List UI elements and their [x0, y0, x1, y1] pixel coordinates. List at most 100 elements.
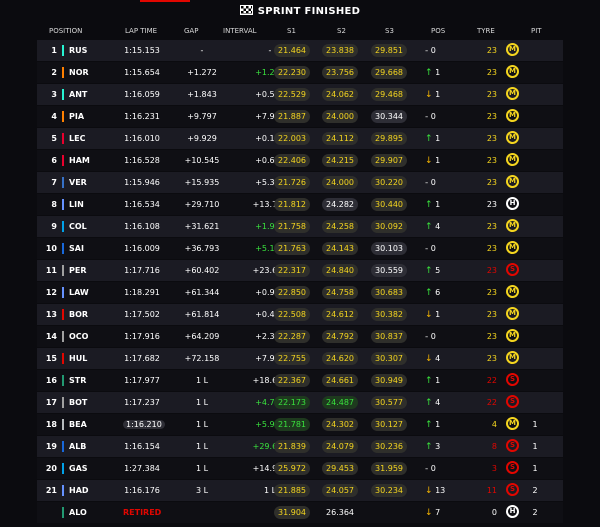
sector-s3: 30.382 [371, 308, 407, 321]
sector-s2: 24.620 [322, 352, 358, 365]
position-change: ↓ 13 [425, 485, 451, 497]
driver-row[interactable]: 14 OCO 1:17.916 +64.209 +2.395 22.287 24.792 30… [37, 326, 563, 347]
lap-time: 1:17.916 [123, 331, 161, 342]
tyre-age: 23 [486, 354, 497, 363]
driver-row[interactable]: 11 PER 1:17.716 +60.402 +23.609 22.317 24.840 3… [37, 260, 563, 281]
team-color-bar [62, 45, 64, 56]
lap-time-value: 1:17.916 [124, 332, 160, 341]
driver-row[interactable]: ALO RETIRED 31.904 26.364 ↓ 7 0H 2 [37, 502, 563, 523]
driver-row[interactable]: 17 BOT 1:17.237 1 L +4.734 22.173 24.487 30.577… [37, 392, 563, 413]
gap-value: +64.209 [184, 332, 220, 341]
sector-s3: 29.668 [371, 66, 407, 79]
tyre-compound-icon: M [506, 43, 519, 56]
arrow-up-icon: ↑ [425, 420, 433, 430]
sector-s2: 24.062 [322, 88, 358, 101]
position-change: ↓ 4 [425, 353, 451, 365]
gap-value: +36.793 [184, 244, 220, 253]
position-change: ↑ 1 [425, 419, 451, 431]
lap-time-value: 1:17.237 [124, 398, 160, 407]
sector-s1: 22.230 [274, 66, 310, 79]
col-s2: S2 [337, 27, 346, 35]
driver-row[interactable]: 8 LIN 1:16.534 +29.710 +13.775 21.812 24.282 30… [37, 194, 563, 215]
lap-time: 1:16.108 [123, 221, 161, 232]
sector-s2: 26.364 [326, 508, 354, 517]
position-change-value: 1 [432, 90, 441, 99]
arrow-down-icon: ↓ [425, 508, 433, 518]
lap-time: 1:16.059 [123, 89, 161, 100]
driver-row[interactable]: 13 BOR 1:17.502 +61.814 +0.470 22.508 24.612 30… [37, 304, 563, 325]
sector-s1: 22.755 [274, 352, 310, 365]
driver-code: ALB [69, 442, 87, 451]
gap-value: +61.814 [184, 310, 220, 319]
sector-s3: 30.949 [371, 374, 407, 387]
driver-code: COL [69, 222, 87, 231]
position-number: 15 [45, 354, 57, 363]
driver-row[interactable]: 12 LAW 1:18.291 +61.344 +0.942 22.850 24.758 30… [37, 282, 563, 303]
gap-value: 1 L [195, 398, 209, 407]
team-color-bar [62, 331, 64, 342]
lap-time: RETIRED [123, 507, 161, 518]
lap-time-value: 1:16.108 [124, 222, 160, 231]
driver-row[interactable]: 5 LEC 1:16.010 +9.929 +0.132 22.003 24.112 29.8… [37, 128, 563, 149]
sector-s3: 30.683 [371, 286, 407, 299]
sector-s3: 29.851 [371, 44, 407, 57]
tyre-age: 23 [486, 244, 497, 253]
sector-s3: 30.220 [371, 176, 407, 189]
driver-row[interactable]: 21 HAD 1:16.176 3 L1 L 21.885 24.057 30.234 ↓ 1… [37, 480, 563, 501]
team-color-bar [62, 221, 64, 232]
tyre-compound-icon: M [506, 109, 519, 122]
position-change-value: 1 [432, 376, 441, 385]
driver-code: STR [69, 376, 87, 385]
position-number: 1 [51, 46, 57, 55]
driver-row[interactable]: 9 COL 1:16.108 +31.621 +1.911 21.758 24.258 30.… [37, 216, 563, 237]
lap-time-value: RETIRED [123, 508, 162, 517]
tyre-age: 23 [486, 68, 497, 77]
tyre-age: 23 [486, 266, 497, 275]
driver-row[interactable]: 10 SAI 1:16.009 +36.793 +5.172 21.763 24.143 30… [37, 238, 563, 259]
lap-time-value: 1:16.154 [124, 442, 160, 451]
driver-row[interactable]: 16 STR 1:17.977 1 L +18.651 22.367 24.661 30.94… [37, 370, 563, 391]
team-color-bar [62, 89, 64, 100]
team-color-bar [62, 397, 64, 408]
driver-code: BEA [69, 420, 87, 429]
sector-s3: 30.236 [371, 440, 407, 453]
sector-s1: 22.367 [274, 374, 310, 387]
driver-code: BOR [69, 310, 89, 319]
col-position: POSITION [49, 27, 83, 35]
position-change-value: 4 [432, 398, 441, 407]
driver-row[interactable]: 6 HAM 1:16.528 +10.545 +0.616 22.406 24.215 29.… [37, 150, 563, 171]
driver-row[interactable]: 7 VER 1:15.946 +15.935 +5.390 21.726 24.000 30.… [37, 172, 563, 193]
driver-row[interactable]: 15 HUL 1:17.682 +72.158 +7.949 22.755 24.620 30… [37, 348, 563, 369]
driver-row[interactable]: 19 ALB 1:16.154 1 L +29.647 21.839 24.079 30.23… [37, 436, 563, 457]
lap-time-value: 1:17.682 [124, 354, 160, 363]
tyre-age: 23 [486, 156, 497, 165]
tyre-compound-icon: S [506, 263, 519, 276]
position-change: ↑ 1 [425, 375, 451, 387]
sector-s2: 24.000 [322, 110, 358, 123]
arrow-down-icon: ↓ [425, 310, 433, 320]
driver-row[interactable]: 4 PIA 1:16.231 +9.797 +7.954 21.887 24.000 30.3… [37, 106, 563, 127]
tyre-age: 22 [486, 398, 497, 407]
gap-value: +29.710 [184, 200, 220, 209]
tyre-compound-icon: M [506, 285, 519, 298]
sector-s2: 24.487 [322, 396, 358, 409]
sector-s3: 30.344 [371, 110, 407, 123]
driver-code: PER [69, 266, 87, 275]
driver-row[interactable]: 2 NOR 1:15.654 +1.272 +1.272 22.230 23.756 29.6… [37, 62, 563, 83]
driver-row[interactable]: 1 RUS 1:15.153- -21.464 23.838 29.851- 0 23 M [37, 40, 563, 61]
tyre-compound-icon: S [506, 439, 519, 452]
sector-s2: 24.612 [322, 308, 358, 321]
driver-code: SAI [69, 244, 84, 253]
team-color-bar [62, 155, 64, 166]
position-number: 10 [45, 244, 57, 253]
lap-time-value: 1:18.291 [124, 288, 160, 297]
driver-row[interactable]: 20 GAS 1:27.384 1 L +14.984 25.972 29.453 31.95… [37, 458, 563, 479]
lap-time-value: 1:16.210 [123, 420, 165, 429]
driver-row[interactable]: 3 ANT 1:16.059 +1.843 +0.571 22.529 24.062 29.4… [37, 84, 563, 105]
position-number: 21 [45, 486, 57, 495]
driver-row[interactable]: 18 BEA 1:16.210 1 L +5.985 21.781 24.302 30.127… [37, 414, 563, 435]
team-color-bar [62, 375, 64, 386]
sector-s2: 29.453 [322, 462, 358, 475]
sector-s2: 24.112 [322, 132, 358, 145]
sector-s1: 22.406 [274, 154, 310, 167]
